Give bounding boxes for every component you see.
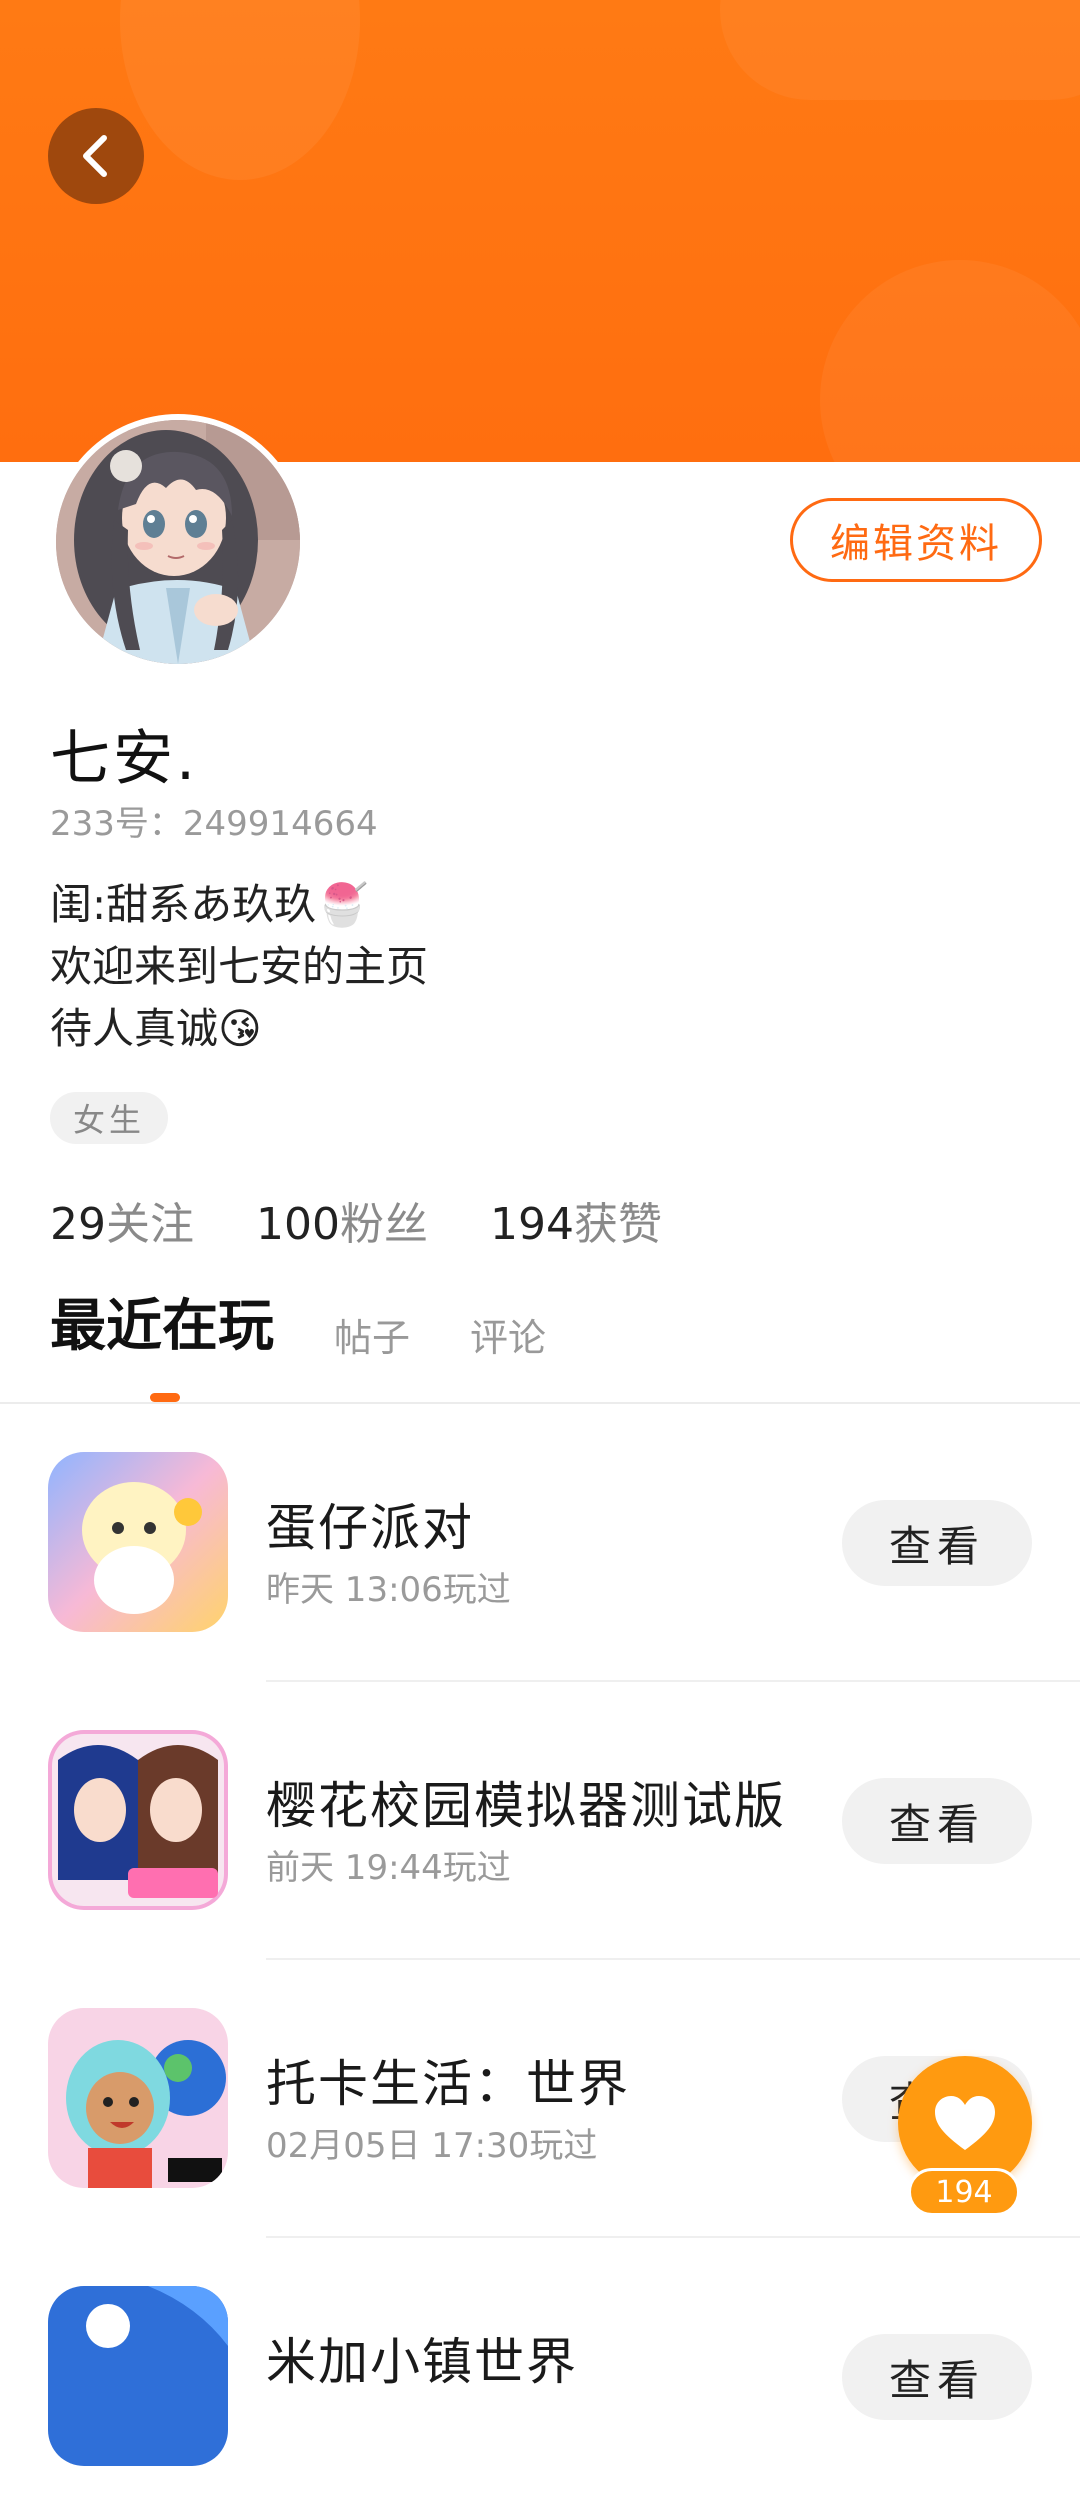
game-icon-toca-world (48, 2008, 228, 2188)
miga-world-icon (48, 2286, 228, 2466)
banner-decoration (720, 0, 1080, 100)
game-title: 托卡生活：世界 (266, 2055, 630, 2113)
profile-tabs: 最近在玩 帖子 评论 (50, 1294, 606, 1368)
bio-line: 待人真诚😘 (50, 1004, 262, 1053)
toca-world-icon (48, 2008, 228, 2188)
chevron-left-icon (83, 135, 107, 177)
game-list-item[interactable]: 米加小镇世界 查看 (0, 2238, 1080, 2516)
eggy-party-icon (48, 1452, 228, 1632)
game-title: 米加小镇世界 (266, 2333, 578, 2391)
game-title: 樱花校园模拟器测试版 (266, 1777, 786, 1835)
avatar[interactable] (50, 414, 306, 670)
profile-uid: 233号：249914664 (50, 796, 378, 845)
game-last-played: 前天 19:44玩过 (266, 1848, 511, 1888)
uid-label: 233号： (50, 804, 183, 844)
likes-count: 194 (489, 1199, 574, 1250)
following-label: 关注 (106, 1199, 194, 1250)
game-last-played: 昨天 13:06玩过 (266, 1570, 511, 1610)
gender-tag: 女生 (50, 1092, 168, 1144)
game-icon-miga-world (48, 2286, 228, 2466)
game-icon-eggy-party (48, 1452, 228, 1632)
profile-stats: 29关注 100粉丝 194获赞 (50, 1188, 724, 1252)
profile-bio: 闺:甜系あ玖玖🍧 欢迎来到七安的主页 待人真诚😘 (50, 874, 428, 1060)
game-last-played: 02月05日 17:30玩过 (266, 2126, 598, 2166)
tab-comments[interactable]: 评论 (470, 1307, 546, 1368)
bio-line: 闺:甜系あ玖玖🍧 (50, 880, 369, 929)
following-count: 29 (50, 1199, 106, 1250)
banner-decoration (820, 260, 1080, 462)
active-tab-indicator (150, 1393, 180, 1402)
uid-value: 249914664 (182, 804, 378, 844)
view-game-button[interactable]: 查看 (842, 2334, 1032, 2420)
followers-stat[interactable]: 100粉丝 (256, 1188, 428, 1252)
following-stat[interactable]: 29关注 (50, 1188, 194, 1252)
game-list-item[interactable]: 蛋仔派对 昨天 13:06玩过 查看 (0, 1404, 1080, 1682)
likes-label: 获赞 (573, 1199, 662, 1250)
profile-nickname: 七安. (50, 724, 199, 794)
back-button[interactable] (48, 108, 144, 204)
banner-decoration (120, 0, 360, 180)
sakura-school-icon (48, 1730, 228, 1910)
game-list-item[interactable]: 樱花校园模拟器测试版 前天 19:44玩过 查看 (0, 1682, 1080, 1960)
followers-count: 100 (256, 1199, 340, 1250)
tab-posts[interactable]: 帖子 (334, 1307, 410, 1368)
view-game-button[interactable]: 查看 (842, 1500, 1032, 1586)
avatar-image (56, 420, 300, 664)
followers-label: 粉丝 (339, 1199, 428, 1250)
profile-banner (0, 0, 1080, 462)
likes-stat[interactable]: 194获赞 (490, 1188, 662, 1252)
view-game-button[interactable]: 查看 (842, 1778, 1032, 1864)
game-title: 蛋仔派对 (266, 1499, 474, 1557)
avatar-illustration (56, 420, 300, 664)
game-icon-sakura-school (48, 1730, 228, 1910)
like-count-badge: 194 (908, 2168, 1020, 2216)
heart-icon (935, 2096, 995, 2150)
tab-recently-played[interactable]: 最近在玩 (50, 1281, 274, 1368)
edit-profile-button[interactable]: 编辑资料 (790, 498, 1042, 582)
bio-line: 欢迎来到七安的主页 (50, 942, 429, 991)
